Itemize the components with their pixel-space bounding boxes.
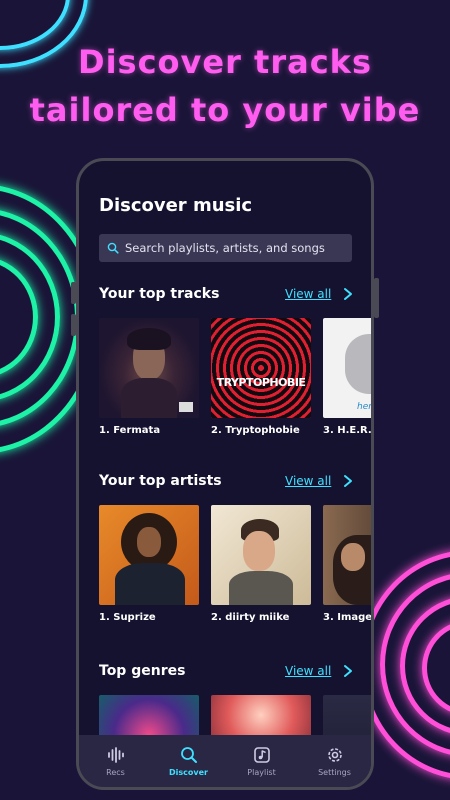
view-all-link[interactable]: View all	[285, 287, 331, 301]
tab-label: Discover	[169, 767, 208, 777]
page-title: Discover music	[99, 195, 253, 216]
track-label: 2. Tryptophobie	[211, 425, 300, 436]
artist-label: 1. Suprize	[99, 612, 156, 623]
phone-frame: Discover music Search playlists, artists…	[76, 158, 374, 790]
gear-icon	[327, 747, 342, 762]
album-art-text: her	[357, 402, 371, 412]
phone-side-button	[374, 278, 379, 318]
section-header-top-tracks: Your top tracks View all	[99, 286, 359, 306]
search-input[interactable]: Search playlists, artists, and songs	[99, 234, 352, 262]
app-screen: Discover music Search playlists, artists…	[79, 161, 371, 787]
tab-playlist[interactable]: Playlist	[227, 746, 297, 777]
view-all-link[interactable]: View all	[285, 474, 331, 488]
search-icon	[180, 746, 197, 763]
music-note-icon	[253, 746, 270, 763]
chevron-right-icon[interactable]	[343, 287, 353, 301]
view-all-link[interactable]: View all	[285, 664, 331, 678]
artist-card[interactable]: 2. diirty miike	[211, 505, 311, 623]
top-tracks-row: 1. Fermata TRYPTOPHOBIE 2. Tryptophobie …	[99, 318, 371, 448]
promo-headline: Discover tracks tailored to your vibe	[0, 38, 450, 134]
tab-recs[interactable]: Recs	[81, 746, 151, 777]
section-title: Top genres	[99, 663, 186, 679]
track-card[interactable]: her 3. H.E.R.B	[323, 318, 371, 436]
album-art	[99, 318, 199, 418]
track-card[interactable]: 1. Fermata	[99, 318, 199, 436]
section-header-top-genres: Top genres View all	[99, 663, 359, 683]
album-art-text: TRYPTOPHOBIE	[216, 376, 306, 389]
chevron-right-icon[interactable]	[343, 664, 353, 678]
artist-label: 3. Image	[323, 612, 371, 623]
chevron-right-icon[interactable]	[343, 474, 353, 488]
tab-label: Playlist	[247, 767, 276, 777]
artist-photo	[99, 505, 199, 605]
section-title: Your top tracks	[99, 286, 220, 302]
search-placeholder: Search playlists, artists, and songs	[125, 241, 325, 255]
artist-photo	[211, 505, 311, 605]
tab-label: Settings	[318, 767, 351, 777]
decorative-ring-pink	[360, 550, 450, 780]
album-art: her	[323, 318, 371, 418]
artist-photo	[323, 505, 371, 605]
artist-card[interactable]: 1. Suprize	[99, 505, 199, 623]
search-icon	[107, 242, 119, 254]
album-art: TRYPTOPHOBIE	[211, 318, 311, 418]
tab-discover[interactable]: Discover	[154, 746, 224, 777]
waveform-icon	[107, 746, 124, 763]
section-header-top-artists: Your top artists View all	[99, 473, 359, 493]
artist-label: 2. diirty miike	[211, 612, 290, 623]
track-card[interactable]: TRYPTOPHOBIE 2. Tryptophobie	[211, 318, 311, 436]
top-artists-row: 1. Suprize 2. diirty miike 3. Image	[99, 505, 371, 635]
track-label: 1. Fermata	[99, 425, 161, 436]
headline-line-1: Discover tracks	[78, 43, 372, 81]
track-label: 3. H.E.R.B	[323, 425, 371, 436]
headline-line-2: tailored to your vibe	[29, 91, 421, 129]
bottom-tab-bar: Recs Discover Playlist Settings	[79, 735, 371, 787]
section-title: Your top artists	[99, 473, 222, 489]
artist-card[interactable]: 3. Image	[323, 505, 371, 623]
tab-label: Recs	[106, 767, 125, 777]
tab-settings[interactable]: Settings	[300, 746, 370, 777]
